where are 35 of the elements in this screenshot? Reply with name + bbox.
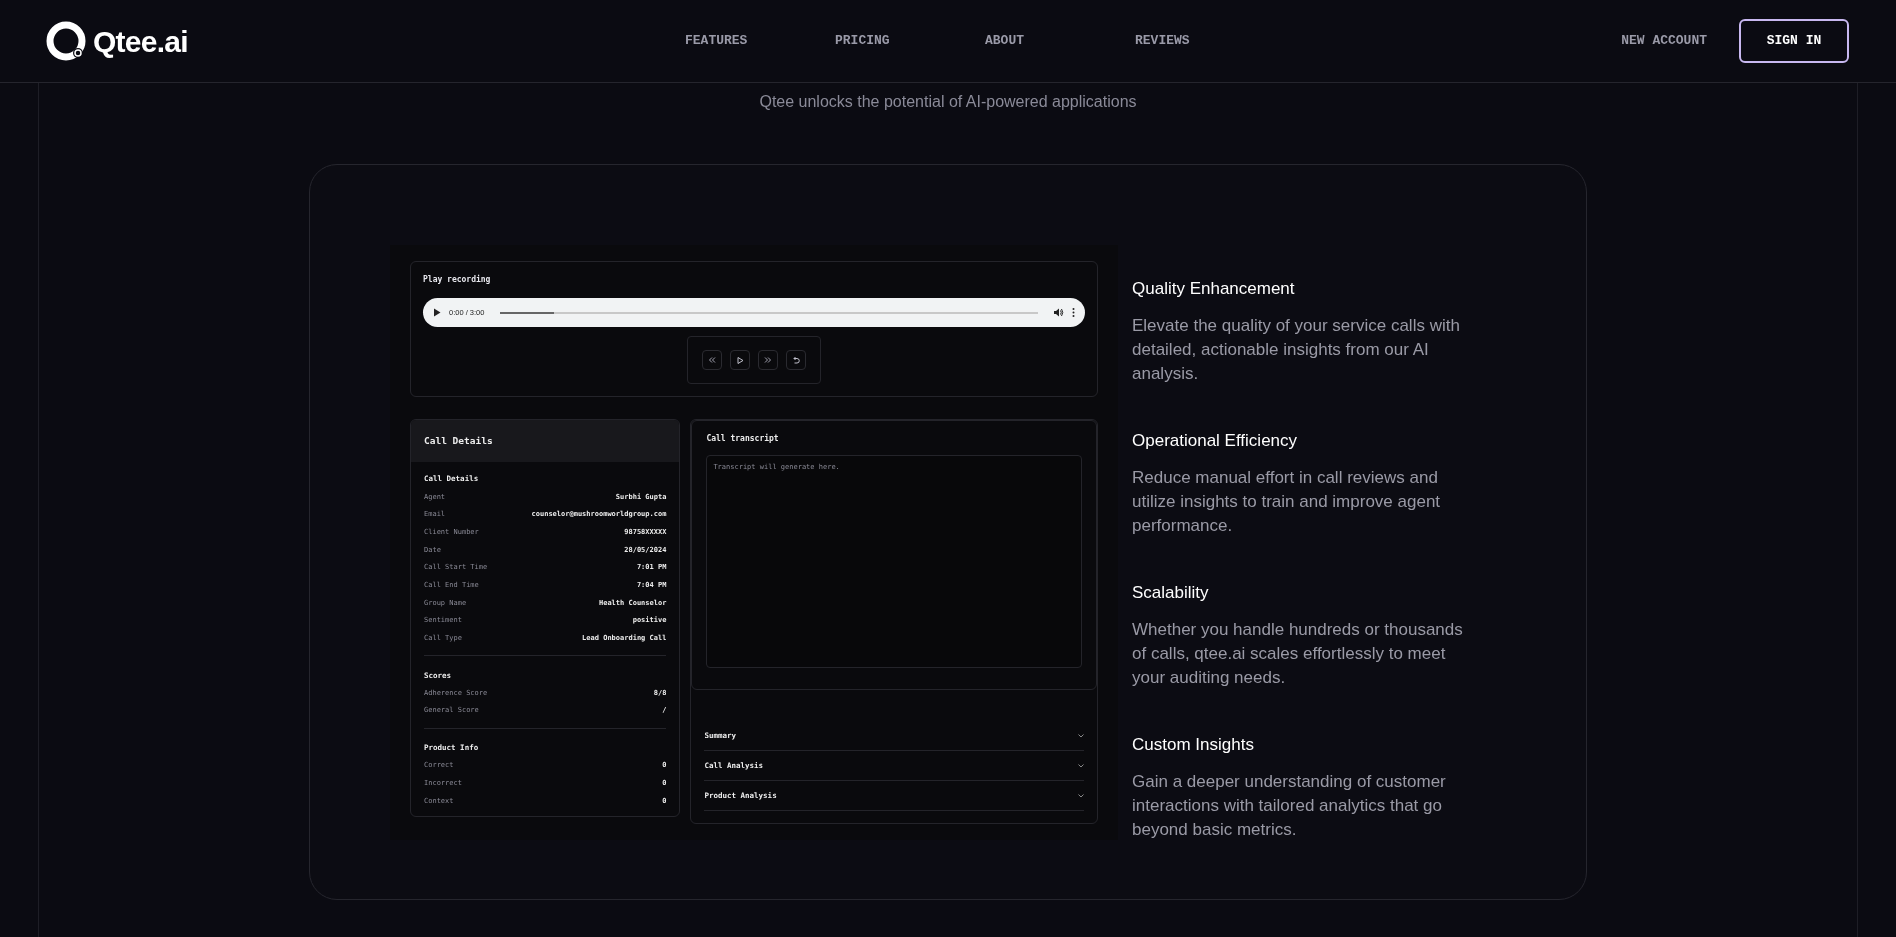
benefit-title: Operational Efficiency: [1132, 430, 1299, 452]
nav-link[interactable]: ABOUT: [985, 31, 1135, 51]
benefit-title: Scalability: [1132, 582, 1210, 604]
seek-track[interactable]: [500, 311, 1038, 314]
restart-button[interactable]: [786, 350, 806, 370]
benefit-title: Quality Enhancement: [1132, 278, 1296, 300]
play-icon: [736, 356, 744, 364]
chevron-icon: [1078, 763, 1084, 768]
fast-forward-icon: [764, 357, 772, 363]
panel-title: Call transcript: [706, 433, 780, 445]
fast-forward-button[interactable]: [758, 350, 778, 370]
play-icon[interactable]: [433, 308, 441, 317]
benefit-description: Reduce manual effort in call reviews and utilize insights to train and improve agent performance.: [1132, 467, 1442, 537]
panel-title: Play recording: [423, 274, 492, 286]
rewind-button[interactable]: [702, 350, 722, 370]
new-account-link[interactable]: NEW ACCOUNT: [1621, 31, 1707, 51]
chevron-icon: [1078, 793, 1084, 798]
nav-link[interactable]: FEATURES: [685, 31, 835, 51]
chevron-icon: [1078, 733, 1084, 738]
undo-arrow-icon: [792, 356, 800, 364]
more-options-icon[interactable]: [1072, 308, 1075, 317]
volume-icon[interactable]: [1054, 308, 1064, 317]
rewind-icon: [708, 357, 716, 363]
benefit-description: Whether you handle hundreds or thousands of calls, qtee.ai scales effortlessly to meet your auditing needs.: [1132, 619, 1464, 689]
panel-header: Call Details: [411, 420, 680, 462]
nav-link[interactable]: PRICING: [835, 31, 985, 51]
logo-ring-icon: [45, 20, 87, 62]
nav-link[interactable]: REVIEWS: [1135, 31, 1285, 51]
sign-in-button[interactable]: SIGN IN: [1739, 19, 1849, 63]
play-button[interactable]: [730, 350, 750, 370]
brand-logo-text[interactable]: Qtee.ai: [93, 18, 188, 64]
section-subtitle: Qtee unlocks the potential of AI-powered applications: [759, 92, 1137, 112]
benefit-title: Custom Insights: [1132, 734, 1255, 756]
benefit-description: Gain a deeper understanding of customer interactions with tailored analytics that go beyond basic metrics.: [1132, 771, 1447, 841]
benefit-description: Elevate the quality of your service calls with detailed, actionable insights from our AI analysis.: [1132, 315, 1461, 385]
